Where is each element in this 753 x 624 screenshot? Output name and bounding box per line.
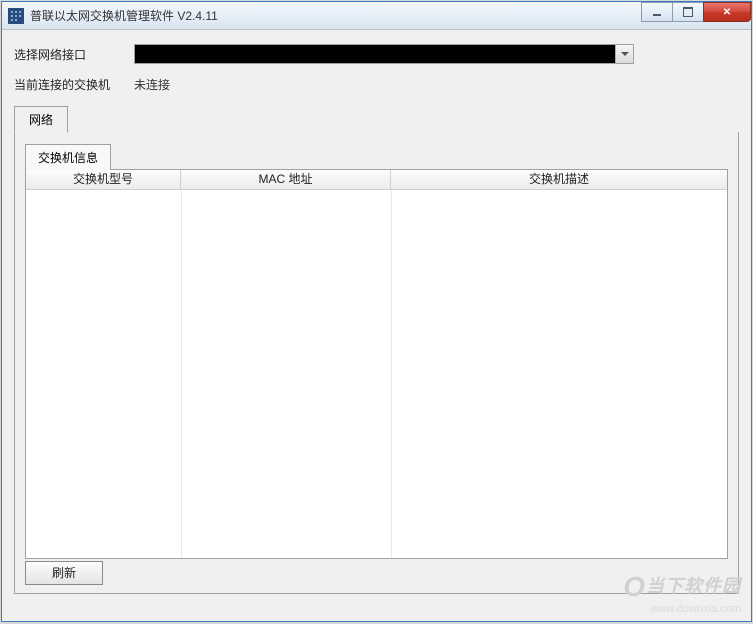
interface-label: 选择网络接口	[14, 46, 134, 63]
interface-dropdown[interactable]	[134, 44, 634, 64]
chevron-down-icon[interactable]	[615, 45, 633, 63]
refresh-button[interactable]: 刷新	[25, 561, 103, 585]
inner-tab-bar: 交换机信息	[25, 144, 728, 170]
interface-value	[135, 45, 615, 63]
connected-row: 当前连接的交换机 未连接	[14, 76, 739, 93]
col-mac[interactable]: MAC 地址	[181, 170, 391, 189]
maximize-button[interactable]	[672, 2, 704, 22]
main-tab-bar: 网络	[14, 105, 739, 132]
watermark-url: www.downxia.com	[623, 603, 741, 615]
connected-status: 未连接	[134, 76, 170, 93]
col-model[interactable]: 交换机型号	[26, 170, 181, 189]
table-body[interactable]	[26, 190, 727, 559]
close-button[interactable]	[703, 2, 751, 22]
switch-table: 交换机型号 MAC 地址 交换机描述	[25, 169, 728, 559]
col-divider	[391, 190, 392, 559]
network-panel: 交换机信息 交换机型号 MAC 地址 交换机描述 刷新	[14, 132, 739, 594]
titlebar[interactable]: 普联以太网交换机管理软件 V2.4.11	[2, 2, 751, 30]
minimize-button[interactable]	[641, 2, 673, 22]
app-icon	[8, 8, 24, 24]
window-controls	[642, 2, 751, 22]
col-desc[interactable]: 交换机描述	[391, 170, 727, 189]
tab-network[interactable]: 网络	[14, 106, 68, 133]
col-divider	[181, 190, 182, 559]
interface-row: 选择网络接口	[14, 44, 739, 64]
app-window: 普联以太网交换机管理软件 V2.4.11 选择网络接口 当前连接的交换机 未连接…	[1, 1, 752, 622]
tab-switch-info[interactable]: 交换机信息	[25, 144, 111, 170]
client-area: 选择网络接口 当前连接的交换机 未连接 网络 交换机信息 交换机型号 MAC 地…	[2, 30, 751, 621]
table-header: 交换机型号 MAC 地址 交换机描述	[26, 170, 727, 190]
connected-label: 当前连接的交换机	[14, 76, 134, 93]
